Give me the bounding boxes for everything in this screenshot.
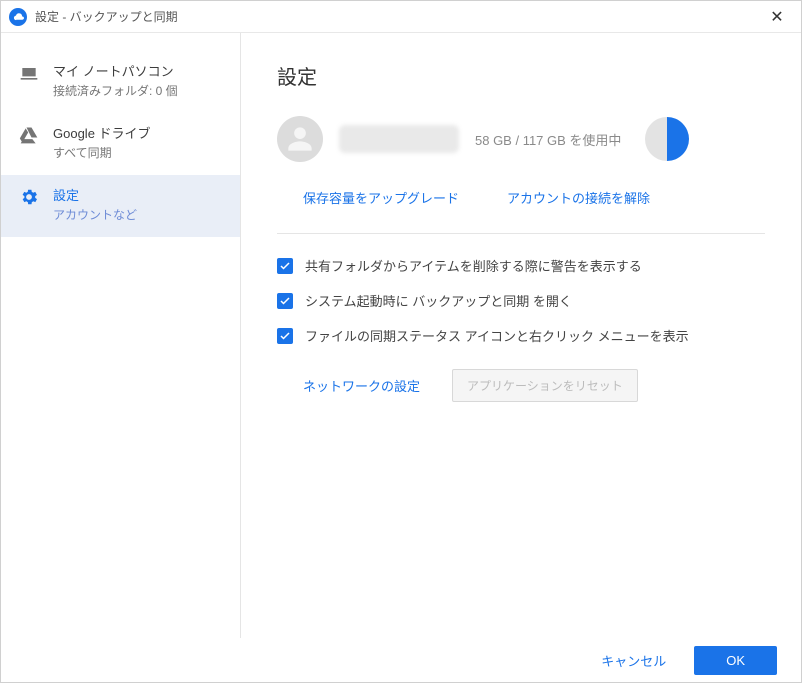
disconnect-account-link[interactable]: アカウントの接続を解除: [507, 188, 650, 207]
drive-icon: [19, 125, 39, 145]
checkbox-open-on-start[interactable]: [277, 293, 293, 309]
storage-pie-icon: [645, 117, 689, 161]
avatar: [277, 116, 323, 162]
sidebar-item-label: マイ ノートパソコン: [53, 61, 178, 80]
window-title: 設定 - バックアップと同期: [35, 8, 761, 25]
checkbox-row-show-icons: ファイルの同期ステータス アイコンと右クリック メニューを表示: [277, 326, 765, 345]
upgrade-storage-link[interactable]: 保存容量をアップグレード: [303, 188, 459, 207]
checkbox-label: ファイルの同期ステータス アイコンと右クリック メニューを表示: [305, 326, 689, 345]
network-settings-button[interactable]: ネットワークの設定: [303, 376, 420, 395]
checkbox-show-icons[interactable]: [277, 328, 293, 344]
cancel-button[interactable]: キャンセル: [601, 651, 666, 670]
app-icon: [9, 8, 27, 26]
sidebar-item-sub: アカウントなど: [53, 206, 137, 223]
checkbox-row-warn-delete: 共有フォルダからアイテムを削除する際に警告を表示する: [277, 256, 765, 275]
close-button[interactable]: ✕: [761, 1, 793, 33]
sidebar-item-laptop[interactable]: マイ ノートパソコン 接続済みフォルダ: 0 個: [1, 51, 240, 113]
sidebar-item-sub: 接続済みフォルダ: 0 個: [53, 82, 178, 99]
divider: [277, 233, 765, 234]
gear-icon: [19, 187, 39, 207]
account-name-redacted: [339, 125, 459, 153]
ok-button[interactable]: OK: [694, 646, 777, 675]
account-row: 58 GB / 117 GB を使用中: [277, 116, 765, 162]
checkbox-row-open-on-start: システム起動時に バックアップと同期 を開く: [277, 291, 765, 310]
storage-usage-text: 58 GB / 117 GB を使用中: [475, 130, 621, 149]
laptop-icon: [19, 63, 39, 83]
settings-buttons-row: ネットワークの設定 アプリケーションをリセット: [277, 369, 765, 402]
main-panel: 設定 58 GB / 117 GB を使用中 保存容量をアップグレード アカウン…: [241, 33, 801, 638]
sidebar-item-label: 設定: [53, 185, 137, 204]
dialog-footer: キャンセル OK: [1, 638, 801, 682]
sidebar-item-settings[interactable]: 設定 アカウントなど: [1, 175, 240, 237]
titlebar: 設定 - バックアップと同期 ✕: [1, 1, 801, 33]
sidebar: マイ ノートパソコン 接続済みフォルダ: 0 個 Google ドライブ すべて…: [1, 33, 241, 638]
sidebar-item-drive[interactable]: Google ドライブ すべて同期: [1, 113, 240, 175]
page-title: 設定: [277, 61, 765, 90]
sidebar-item-sub: すべて同期: [53, 144, 151, 161]
checkbox-label: 共有フォルダからアイテムを削除する際に警告を表示する: [305, 256, 642, 275]
checkbox-label: システム起動時に バックアップと同期 を開く: [305, 291, 572, 310]
account-links: 保存容量をアップグレード アカウントの接続を解除: [277, 188, 765, 207]
checkbox-warn-delete[interactable]: [277, 258, 293, 274]
sidebar-item-label: Google ドライブ: [53, 123, 151, 142]
reset-app-button: アプリケーションをリセット: [452, 369, 638, 402]
